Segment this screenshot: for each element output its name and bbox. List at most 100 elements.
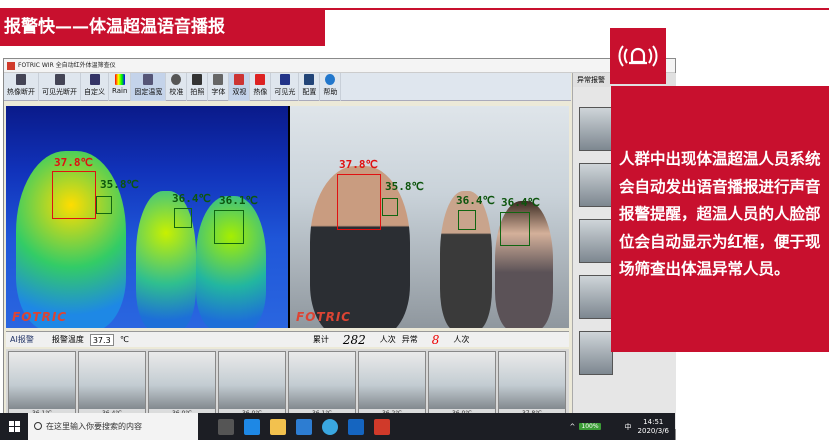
abnormal-label: 异常 [401, 335, 418, 344]
config-button[interactable]: 配置 [299, 73, 321, 101]
temperature-box-alarm [337, 174, 381, 230]
dual-view-button[interactable]: 双视 [229, 73, 251, 101]
temperature-label: 35.8℃ [100, 178, 139, 191]
description-panel: 人群中出现体温超温人员系统会自动发出语音播报进行声音报警提醒，超温人员的人脸部位… [611, 86, 829, 352]
capture-thumbnail[interactable]: 36.0℃ [428, 351, 496, 419]
thermal-icon [255, 74, 266, 85]
font-icon [213, 74, 224, 85]
temperature-box [382, 198, 398, 216]
slide-title: 报警快——体温超温语音播报 [0, 8, 325, 46]
visible-disconnect-icon [54, 74, 65, 85]
thermal-brand-watermark: FOTRIC [12, 310, 68, 324]
visible-light-view[interactable]: 37.8℃ 35.8℃ 36.4℃ 36.4℃ FOTRIC [290, 106, 569, 328]
tray-chevron-icon[interactable]: ^ [570, 423, 576, 431]
temperature-label: 36.4℃ [501, 196, 540, 209]
mail-icon[interactable] [348, 418, 364, 435]
thermal-disconnect-button[interactable]: 热像断开 [4, 73, 39, 101]
taskbar-search-input[interactable]: 在这里输入你要搜索的内容 [28, 413, 198, 440]
capture-thumbnail-row: 36.1℃ 36.4℃ 36.0℃ 36.0℃ 36.1℃ 36.2℃ 36.0… [6, 349, 569, 421]
custom-button[interactable]: 自定义 [81, 73, 109, 101]
temperature-box [174, 208, 192, 228]
temperature-label: 35.8℃ [385, 180, 424, 193]
app-icon[interactable] [374, 418, 390, 435]
dual-view-icon [234, 74, 245, 85]
abnormal-count: 8 [431, 332, 440, 347]
help-button[interactable]: 帮助 [320, 73, 342, 101]
temperature-label-alarm: 37.8℃ [339, 158, 378, 171]
capture-thumbnail[interactable]: 36.0℃ [218, 351, 286, 419]
temperature-box [458, 210, 476, 230]
windows-taskbar: 在这里输入你要搜索的内容 ^ 100% 中 14:51 2020/3/6 [0, 413, 675, 440]
alarm-temp-label: 报警温度 [51, 335, 84, 344]
palette-icon [114, 74, 125, 85]
store-icon[interactable] [296, 418, 312, 435]
monitor-icon [304, 74, 315, 85]
total-label: 累计 [312, 335, 329, 344]
windows-logo-icon [8, 421, 20, 432]
capture-thumbnail[interactable]: 36.0℃ [148, 351, 216, 419]
capture-thumbnail-alarm[interactable]: 37.8℃ [498, 351, 566, 419]
window-title: FOTRIC WIR 全自动红外体温筛查仪 [18, 62, 116, 69]
anchor-icon [89, 74, 100, 85]
capture-thumbnail[interactable]: 36.4℃ [78, 351, 146, 419]
thermal-view-button[interactable]: 热像 [250, 73, 272, 101]
visible-brand-watermark: FOTRIC [296, 310, 352, 324]
edge-browser-icon[interactable] [244, 418, 260, 435]
alarm-bell-icon [618, 45, 658, 67]
browser-icon[interactable] [322, 418, 338, 435]
font-button[interactable]: 字体 [208, 73, 230, 101]
temperature-label: 36.1℃ [219, 194, 258, 207]
video-area: 37.8℃ 35.8℃ 36.4℃ 36.1℃ FOTRIC 37.8℃ 35.… [6, 106, 569, 328]
visible-disconnect-button[interactable]: 可见光断开 [39, 73, 81, 101]
temperature-box-alarm [52, 171, 96, 219]
app-logo-icon [7, 62, 15, 70]
abnormal-unit: 人次 [453, 335, 470, 344]
temperature-box [500, 212, 530, 246]
alarm-temp-unit: ℃ [119, 335, 129, 344]
status-bar: AI报警 报警温度 37.3 ℃ 累计 282 人次 异常 8 人次 [6, 331, 569, 347]
total-count: 282 [342, 332, 366, 347]
camera-icon [192, 74, 203, 85]
temperature-label: 36.4℃ [456, 194, 495, 207]
fixed-span-button[interactable]: 固定温宽 [131, 73, 167, 101]
description-text: 人群中出现体温超温人员系统会自动发出语音播报进行声音报警提醒，超温人员的人脸部位… [619, 150, 821, 278]
thermal-view[interactable]: 37.8℃ 35.8℃ 36.4℃ 36.1℃ FOTRIC [6, 106, 288, 328]
input-method-indicator[interactable]: 中 [625, 422, 632, 432]
clock[interactable]: 14:51 2020/3/6 [638, 418, 669, 436]
clock-time: 14:51 [643, 417, 664, 426]
clock-date: 2020/3/6 [637, 426, 669, 435]
alarm-thumbnail[interactable] [579, 275, 613, 319]
app-window: FOTRIC WIR 全自动红外体温筛查仪 热像断开 可见光断开 自定义 Rai… [3, 58, 676, 440]
temperature-box [96, 196, 112, 214]
alarm-thumbnail[interactable] [579, 163, 613, 207]
start-button[interactable] [0, 413, 28, 440]
alarm-temp-input[interactable]: 37.3 [89, 333, 114, 346]
palette-button[interactable]: Rain [109, 73, 132, 101]
alarm-thumbnail[interactable] [579, 331, 613, 375]
temperature-label: 36.4℃ [172, 192, 211, 205]
temperature-box [214, 210, 244, 244]
system-tray: ^ 100% 中 14:51 2020/3/6 [570, 418, 675, 436]
window-titlebar: FOTRIC WIR 全自动红外体温筛查仪 [4, 59, 675, 73]
capture-thumbnail[interactable]: 36.1℃ [288, 351, 356, 419]
visible-icon [279, 74, 290, 85]
fixed-span-icon [143, 74, 154, 85]
file-explorer-icon[interactable] [270, 418, 286, 435]
capture-thumbnail[interactable]: 36.2℃ [358, 351, 426, 419]
header-divider [325, 8, 829, 10]
battery-indicator[interactable]: 100% [579, 423, 601, 430]
ai-alarm-label: AI报警 [10, 335, 34, 344]
task-view-icon[interactable] [218, 418, 234, 435]
visible-view-button[interactable]: 可见光 [271, 73, 300, 101]
snapshot-button[interactable]: 拍照 [187, 73, 209, 101]
alarm-thumbnail[interactable] [579, 107, 613, 151]
slide: { "slide": { "title": "报警快——体温超温语音播报", "… [0, 0, 829, 445]
gear-icon [171, 74, 182, 85]
calibrate-button[interactable]: 校准 [166, 73, 188, 101]
alarm-thumbnail[interactable] [579, 219, 613, 263]
thermal-disconnect-icon [16, 74, 26, 85]
total-unit: 人次 [379, 335, 396, 344]
help-icon [325, 74, 336, 85]
capture-thumbnail[interactable]: 36.1℃ [8, 351, 76, 419]
toolbar: 热像断开 可见光断开 自定义 Rain 固定温宽 校准 拍照 字体 双视 热像 … [4, 73, 571, 101]
